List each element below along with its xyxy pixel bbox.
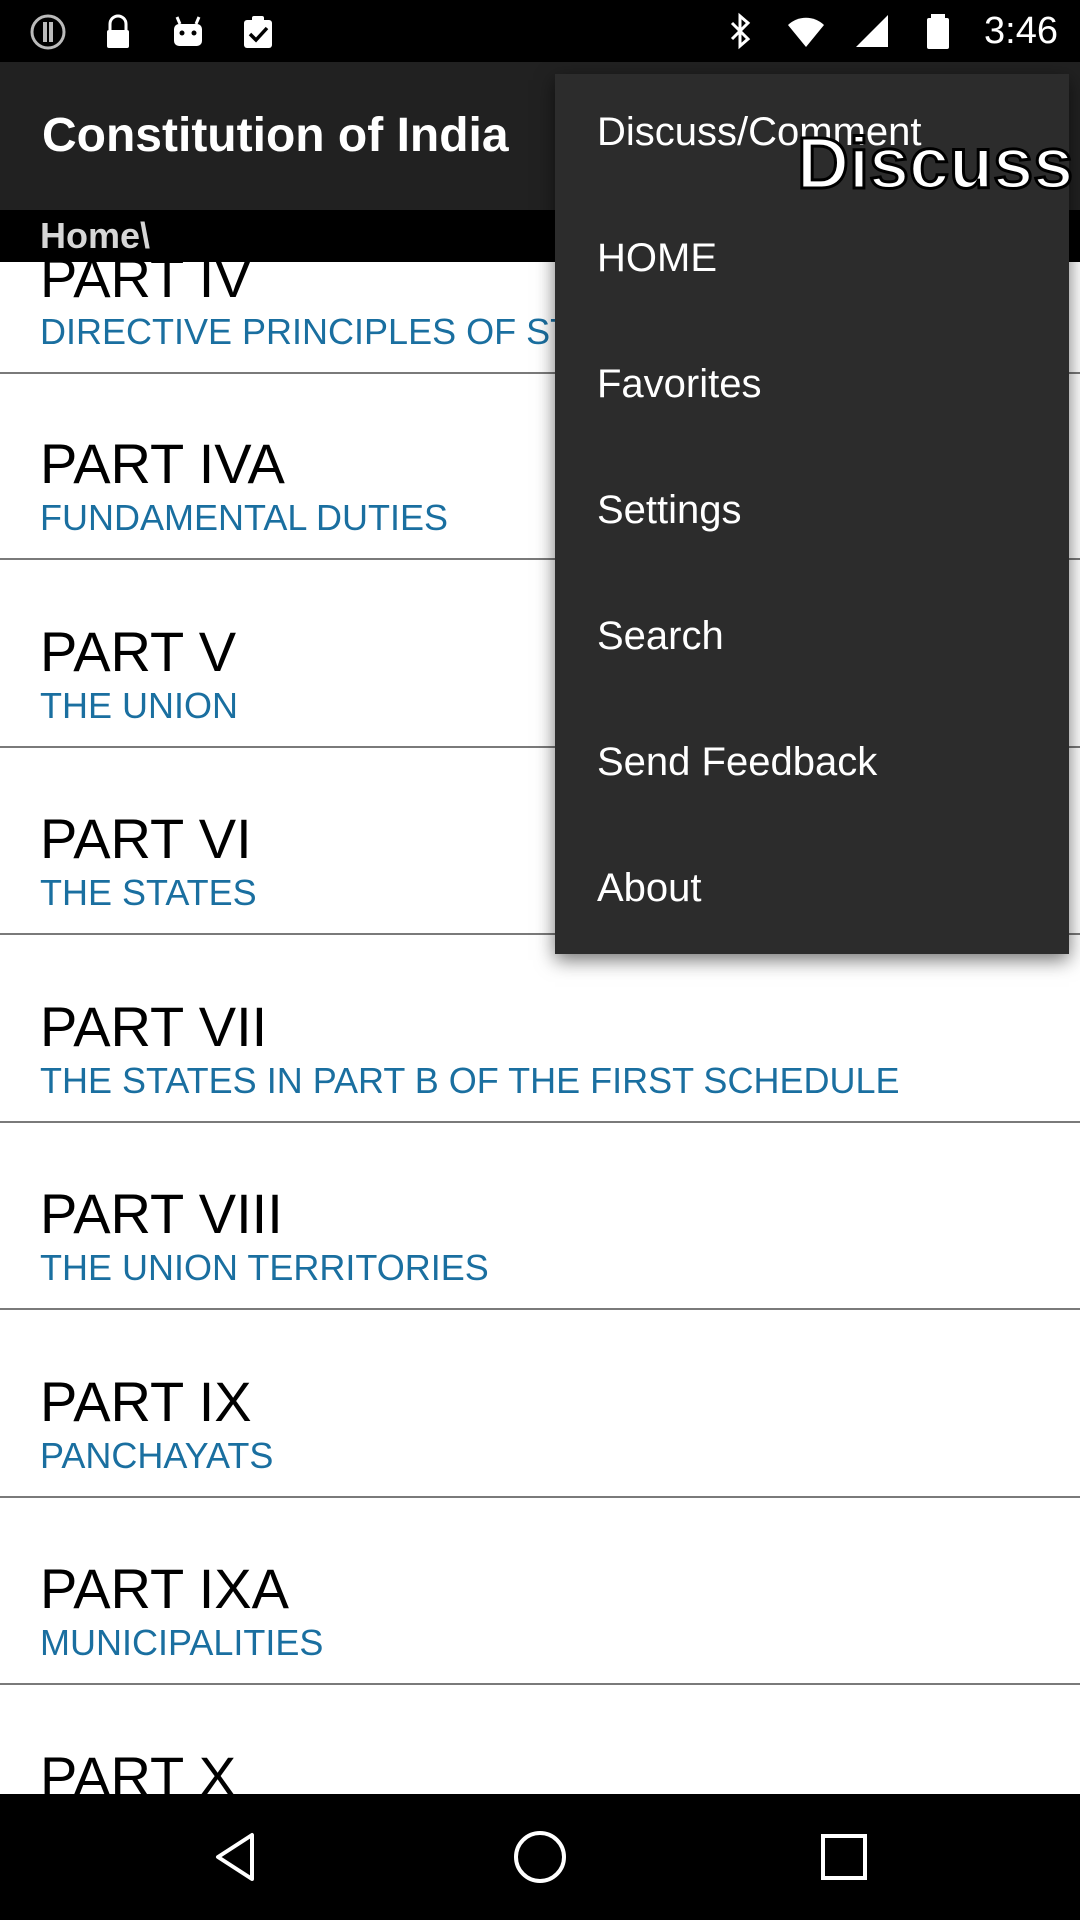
menu-item-search[interactable]: Search (555, 578, 1069, 704)
part-subtitle: THE STATES IN PART B OF THE FIRST SCHEDU… (40, 1060, 900, 1101)
menu-item-label: HOME (597, 236, 717, 280)
menu-item-home[interactable]: HOME (555, 200, 1069, 326)
menu-item-label: Favorites (597, 362, 762, 406)
menu-item-label: About (597, 866, 702, 910)
menu-item-settings[interactable]: Settings (555, 452, 1069, 578)
part-subtitle: THE UNION (40, 685, 238, 726)
menu-item-favorites[interactable]: Favorites (555, 326, 1069, 452)
breadcrumb[interactable]: Home\ (40, 214, 150, 258)
part-title: PART VIII (40, 1182, 283, 1245)
clipboard-check-icon (244, 16, 272, 48)
menu-item-send-feedback[interactable]: Send Feedback (555, 704, 1069, 830)
part-subtitle: FUNDAMENTAL DUTIES (40, 497, 449, 538)
navigation-bar (0, 1794, 1080, 1920)
signal-icon (856, 15, 889, 47)
menu-item-label: Send Feedback (597, 740, 878, 784)
part-title: PART VII (40, 995, 268, 1058)
part-subtitle: DIRECTIVE PRINCIPLES OF ST (40, 311, 573, 352)
lock-icon (107, 14, 129, 48)
part-subtitle: PANCHAYATS (40, 1435, 274, 1476)
android-icon (174, 16, 202, 46)
alert-icon (30, 14, 66, 50)
part-subtitle: THE UNION TERRITORIES (40, 1247, 489, 1288)
part-title: PART V (40, 620, 237, 683)
part-title: PART IVA (40, 432, 285, 495)
part-title: PART IV (40, 262, 252, 309)
overflow-menu: Discuss/Comment HOME Favorites Settings … (555, 74, 1069, 954)
bluetooth-icon (730, 12, 751, 50)
status-time: 3:46 (984, 10, 1058, 52)
battery-icon (927, 14, 950, 49)
part-title: PART IX (40, 1370, 252, 1433)
part-title: PART X (40, 1745, 237, 1794)
home-icon[interactable] (510, 1827, 570, 1887)
part-title: PART VI (40, 807, 252, 870)
tooltip-overlay-text: Discuss (797, 126, 1075, 202)
list-item[interactable]: PART IXA MUNICIPALITIES (0, 1499, 1080, 1685)
status-right-icons: 3:46 (720, 8, 1058, 54)
status-left-icons (28, 12, 278, 52)
list-item[interactable]: PART VII THE STATES IN PART B OF THE FIR… (0, 937, 1080, 1123)
wifi-icon (788, 17, 825, 47)
menu-item-about[interactable]: About (555, 830, 1069, 956)
part-subtitle: THE STATES (40, 872, 257, 913)
part-subtitle: MUNICIPALITIES (40, 1622, 324, 1663)
status-bar: 3:46 (0, 0, 1080, 62)
menu-item-label: Settings (597, 488, 742, 532)
menu-item-label: Search (597, 614, 724, 658)
list-item[interactable]: PART VIII THE UNION TERRITORIES (0, 1124, 1080, 1310)
part-title: PART IXA (40, 1557, 289, 1620)
list-item[interactable]: PART IX PANCHAYATS (0, 1312, 1080, 1498)
back-icon[interactable] (208, 1827, 268, 1887)
app-title: Constitution of India (42, 109, 509, 162)
recents-icon[interactable] (814, 1827, 874, 1887)
list-item[interactable]: PART X (0, 1687, 1080, 1794)
